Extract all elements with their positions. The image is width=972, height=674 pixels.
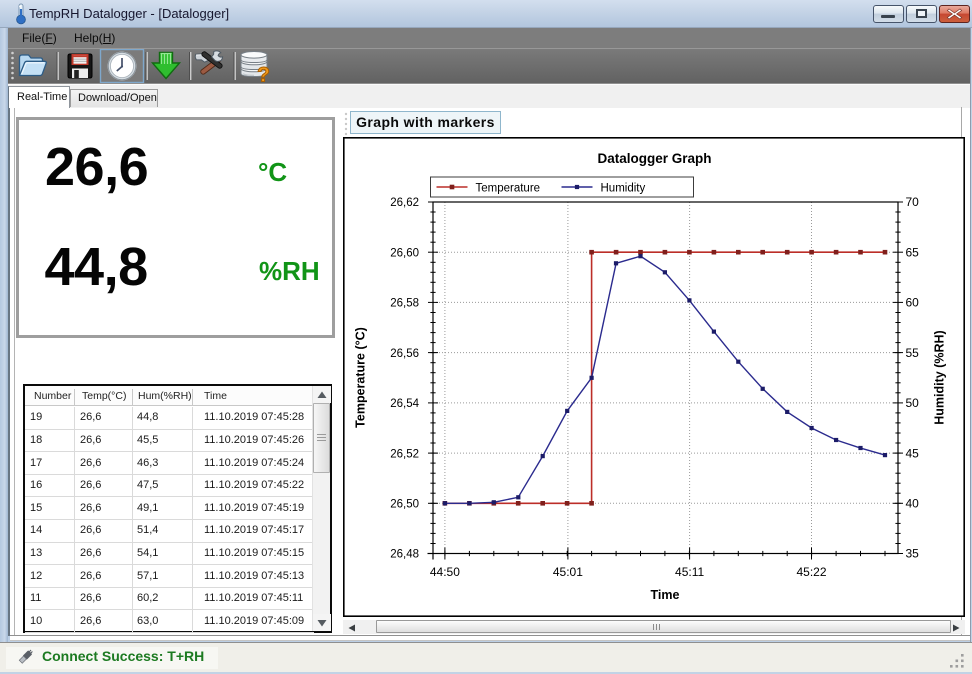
svg-text:Temperature (°C): Temperature (°C) [353, 327, 367, 428]
svg-text:45:11: 45:11 [675, 565, 704, 579]
svg-text:26,50: 26,50 [390, 499, 419, 511]
svg-text:Temperature: Temperature [475, 183, 540, 195]
svg-text:45: 45 [905, 446, 919, 460]
svg-text:26,62: 26,62 [390, 197, 419, 209]
svg-text:26,58: 26,58 [390, 298, 419, 310]
svg-text:26,48: 26,48 [390, 549, 419, 561]
svg-text:45:01: 45:01 [552, 565, 582, 579]
svg-text:35: 35 [905, 547, 919, 561]
svg-text:65: 65 [905, 245, 919, 259]
svg-text:26,52: 26,52 [390, 448, 419, 460]
svg-text:26,54: 26,54 [390, 398, 419, 410]
svg-text:?: ? [257, 64, 270, 84]
svg-text:70: 70 [905, 195, 919, 209]
svg-text:Humidity (%RH): Humidity (%RH) [932, 330, 946, 424]
svg-text:55: 55 [905, 346, 919, 360]
svg-text:Humidity: Humidity [600, 183, 645, 195]
svg-text:44:50: 44:50 [429, 565, 459, 579]
svg-text:26,56: 26,56 [390, 348, 419, 360]
svg-text:45:22: 45:22 [796, 565, 826, 579]
svg-text:26,60: 26,60 [390, 247, 419, 259]
svg-text:60: 60 [905, 296, 919, 310]
svg-text:Datalogger Graph: Datalogger Graph [597, 151, 711, 166]
svg-text:40: 40 [905, 497, 919, 511]
svg-text:Time: Time [650, 588, 679, 602]
svg-text:50: 50 [905, 396, 919, 410]
